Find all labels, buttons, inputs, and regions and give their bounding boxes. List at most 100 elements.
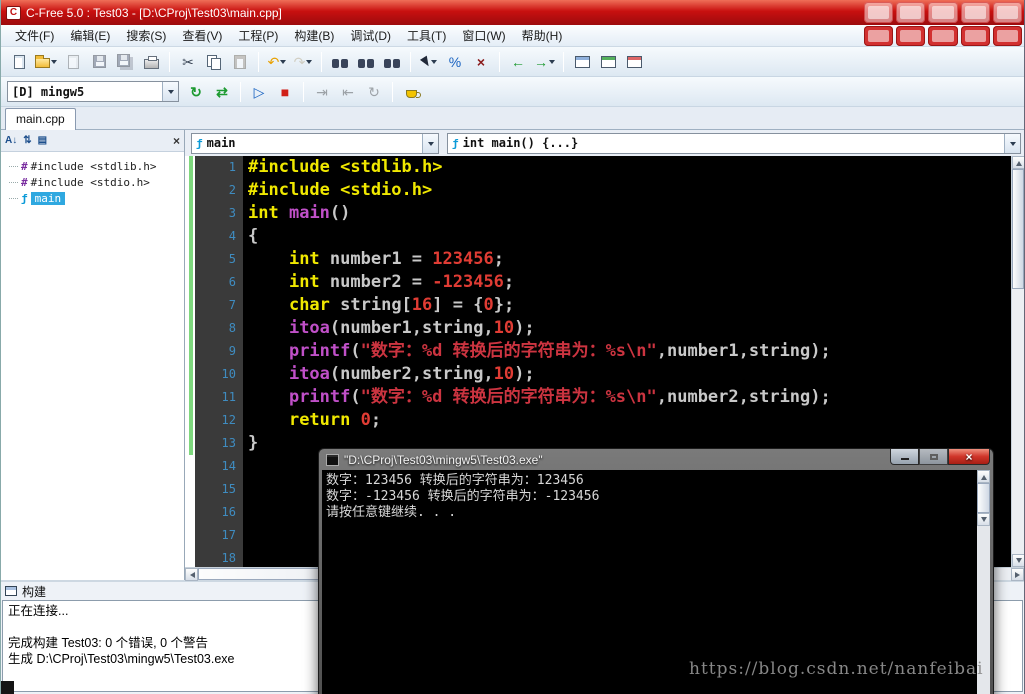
code-line: int number1 = 123456; [288, 249, 504, 269]
code-line: itoa(number1,string,10); [288, 318, 535, 338]
find-next-button[interactable] [354, 50, 378, 74]
close-panel-button[interactable]: × [173, 134, 180, 148]
group-button[interactable]: ⇅ [23, 135, 31, 146]
scroll-down-button[interactable] [977, 513, 990, 526]
console-line: 请按任意键继续. . . [326, 505, 457, 520]
stop-button[interactable]: ■ [273, 80, 297, 104]
toolbar-separator [258, 51, 259, 72]
output-window-button[interactable] [570, 50, 594, 74]
navigate-back-button[interactable]: ← [506, 50, 530, 74]
find-button[interactable] [328, 50, 352, 74]
tree-item[interactable]: # #include <stdlib.h> [9, 158, 184, 174]
navigate-forward-button[interactable]: → [532, 50, 557, 74]
find-in-files-button[interactable] [380, 50, 404, 74]
window-title: C-Free 5.0 : Test03 - [D:\CProj\Test03\m… [26, 5, 282, 20]
menu-item[interactable]: 编辑(E) [62, 25, 118, 46]
refresh-config-button[interactable]: ↻ [184, 80, 208, 104]
line-number: 13 [221, 436, 236, 450]
scroll-up-button[interactable] [1012, 156, 1024, 169]
line-number: 15 [221, 482, 236, 496]
switch-config-button[interactable]: ⇄ [210, 80, 234, 104]
message-window-button[interactable] [622, 50, 646, 74]
menu-bar: 文件(F) 编辑(E) 搜索(S) 查看(V) 工程(P) 构建(B) 调试(D) 工具(T)… [1, 25, 1024, 47]
new-file-button[interactable] [7, 50, 31, 74]
scroll-thumb[interactable] [977, 483, 990, 513]
code-line: itoa(number2,string,10); [288, 364, 535, 384]
scroll-down-button[interactable] [1012, 554, 1024, 567]
combo-drop-button[interactable] [422, 133, 438, 153]
save-button[interactable] [87, 50, 111, 74]
menu-item[interactable]: 查看(V) [174, 25, 230, 46]
swap-icon: ⇄ [216, 83, 228, 100]
close-file-icon [67, 54, 79, 69]
line-number: 10 [221, 367, 236, 381]
menu-item[interactable]: 工具(T) [399, 25, 454, 46]
redo-button[interactable]: ↷ [291, 50, 315, 74]
menu-item[interactable]: 工程(P) [230, 25, 286, 46]
tree-item[interactable]: ƒ main [9, 190, 184, 206]
symbol-tree: # #include <stdlib.h> # #include <stdio.h> ƒ… [1, 152, 184, 580]
scroll-left-button[interactable] [185, 568, 198, 581]
run-button[interactable]: ▷ [247, 80, 271, 104]
scroll-thumb[interactable] [1012, 169, 1024, 289]
title-bar[interactable]: C C-Free 5.0 : Test03 - [D:\CProj\Test03… [1, 0, 1024, 25]
paste-button[interactable] [228, 50, 252, 74]
save-all-button[interactable] [113, 50, 137, 74]
pause-console-button[interactable] [399, 80, 423, 104]
signature-combo-value: int main() {...} [462, 136, 579, 150]
console-close-button[interactable]: × [948, 449, 990, 465]
console-minimize-button[interactable] [890, 449, 919, 465]
copy-button[interactable] [202, 50, 226, 74]
menu-item[interactable]: 文件(F) [7, 25, 62, 46]
menu-item[interactable]: 窗口(W) [454, 25, 513, 46]
cup-icon [405, 90, 421, 98]
function-icon: ƒ [196, 136, 203, 150]
maximize-icon [929, 453, 938, 460]
step-into-button[interactable]: ⇤ [336, 80, 360, 104]
menu-item[interactable]: 构建(B) [286, 25, 342, 46]
compile-window-button[interactable] [596, 50, 620, 74]
signature-combo[interactable]: ƒ int main() {...} [447, 132, 1021, 154]
console-titlebar[interactable]: "D:\CProj\Test03\mingw5\Test03.exe" × [322, 449, 990, 470]
undo-button[interactable]: ↶ [265, 50, 289, 74]
scroll-track[interactable] [1012, 289, 1024, 554]
scroll-right-button[interactable] [1011, 568, 1024, 581]
tab-main-cpp[interactable]: main.cpp [5, 108, 76, 130]
csdn-watermark: https://blog.csdn.net/nanfeibai [689, 659, 984, 679]
app-window: C C-Free 5.0 : Test03 - [D:\CProj\Test03… [0, 0, 1025, 694]
view-mode-button[interactable]: ▤ [38, 135, 47, 146]
percent-button[interactable]: % [443, 50, 467, 74]
toolbar-separator [410, 51, 411, 72]
restart-button[interactable]: ↻ [362, 80, 386, 104]
menu-item[interactable]: 搜索(S) [118, 25, 174, 46]
left-arrow-icon [187, 571, 195, 578]
menu-item[interactable]: 帮助(H) [514, 25, 571, 46]
editor-vertical-scrollbar[interactable] [1011, 156, 1024, 567]
code-line: return 0; [288, 410, 382, 430]
code-line: printf("数字：%d 转换后的字符串为：%s\n",number1,str… [288, 341, 831, 361]
cut-button[interactable]: ✂ [176, 50, 200, 74]
scroll-up-button[interactable] [977, 470, 990, 483]
toolbar-separator [499, 51, 500, 72]
close-file-button[interactable] [61, 50, 85, 74]
delete-button[interactable]: × [469, 50, 493, 74]
tree-item-label: #include <stdio.h> [30, 175, 150, 189]
combo-drop-button[interactable] [162, 82, 178, 101]
open-file-button[interactable] [33, 50, 59, 74]
corner-fill [1, 681, 14, 694]
toolbar-separator [392, 81, 393, 102]
combo-drop-button[interactable] [1004, 133, 1020, 153]
editor-margin [185, 156, 195, 567]
step-over-button[interactable]: ⇥ [310, 80, 334, 104]
goto-button[interactable] [417, 50, 441, 74]
print-button[interactable] [139, 50, 163, 74]
scope-combo[interactable]: ƒ main [191, 132, 439, 154]
sort-az-button[interactable]: A↓ [5, 135, 17, 146]
up-arrow-icon [1015, 158, 1022, 166]
console-maximize-button[interactable] [919, 449, 948, 465]
tree-item[interactable]: # #include <stdio.h> [9, 174, 184, 190]
menu-item[interactable]: 调试(D) [342, 25, 399, 46]
code-line: int number2 = -123456; [288, 272, 515, 292]
chevron-down-icon [51, 60, 57, 67]
build-config-combo[interactable]: [D] mingw5 [7, 81, 179, 102]
